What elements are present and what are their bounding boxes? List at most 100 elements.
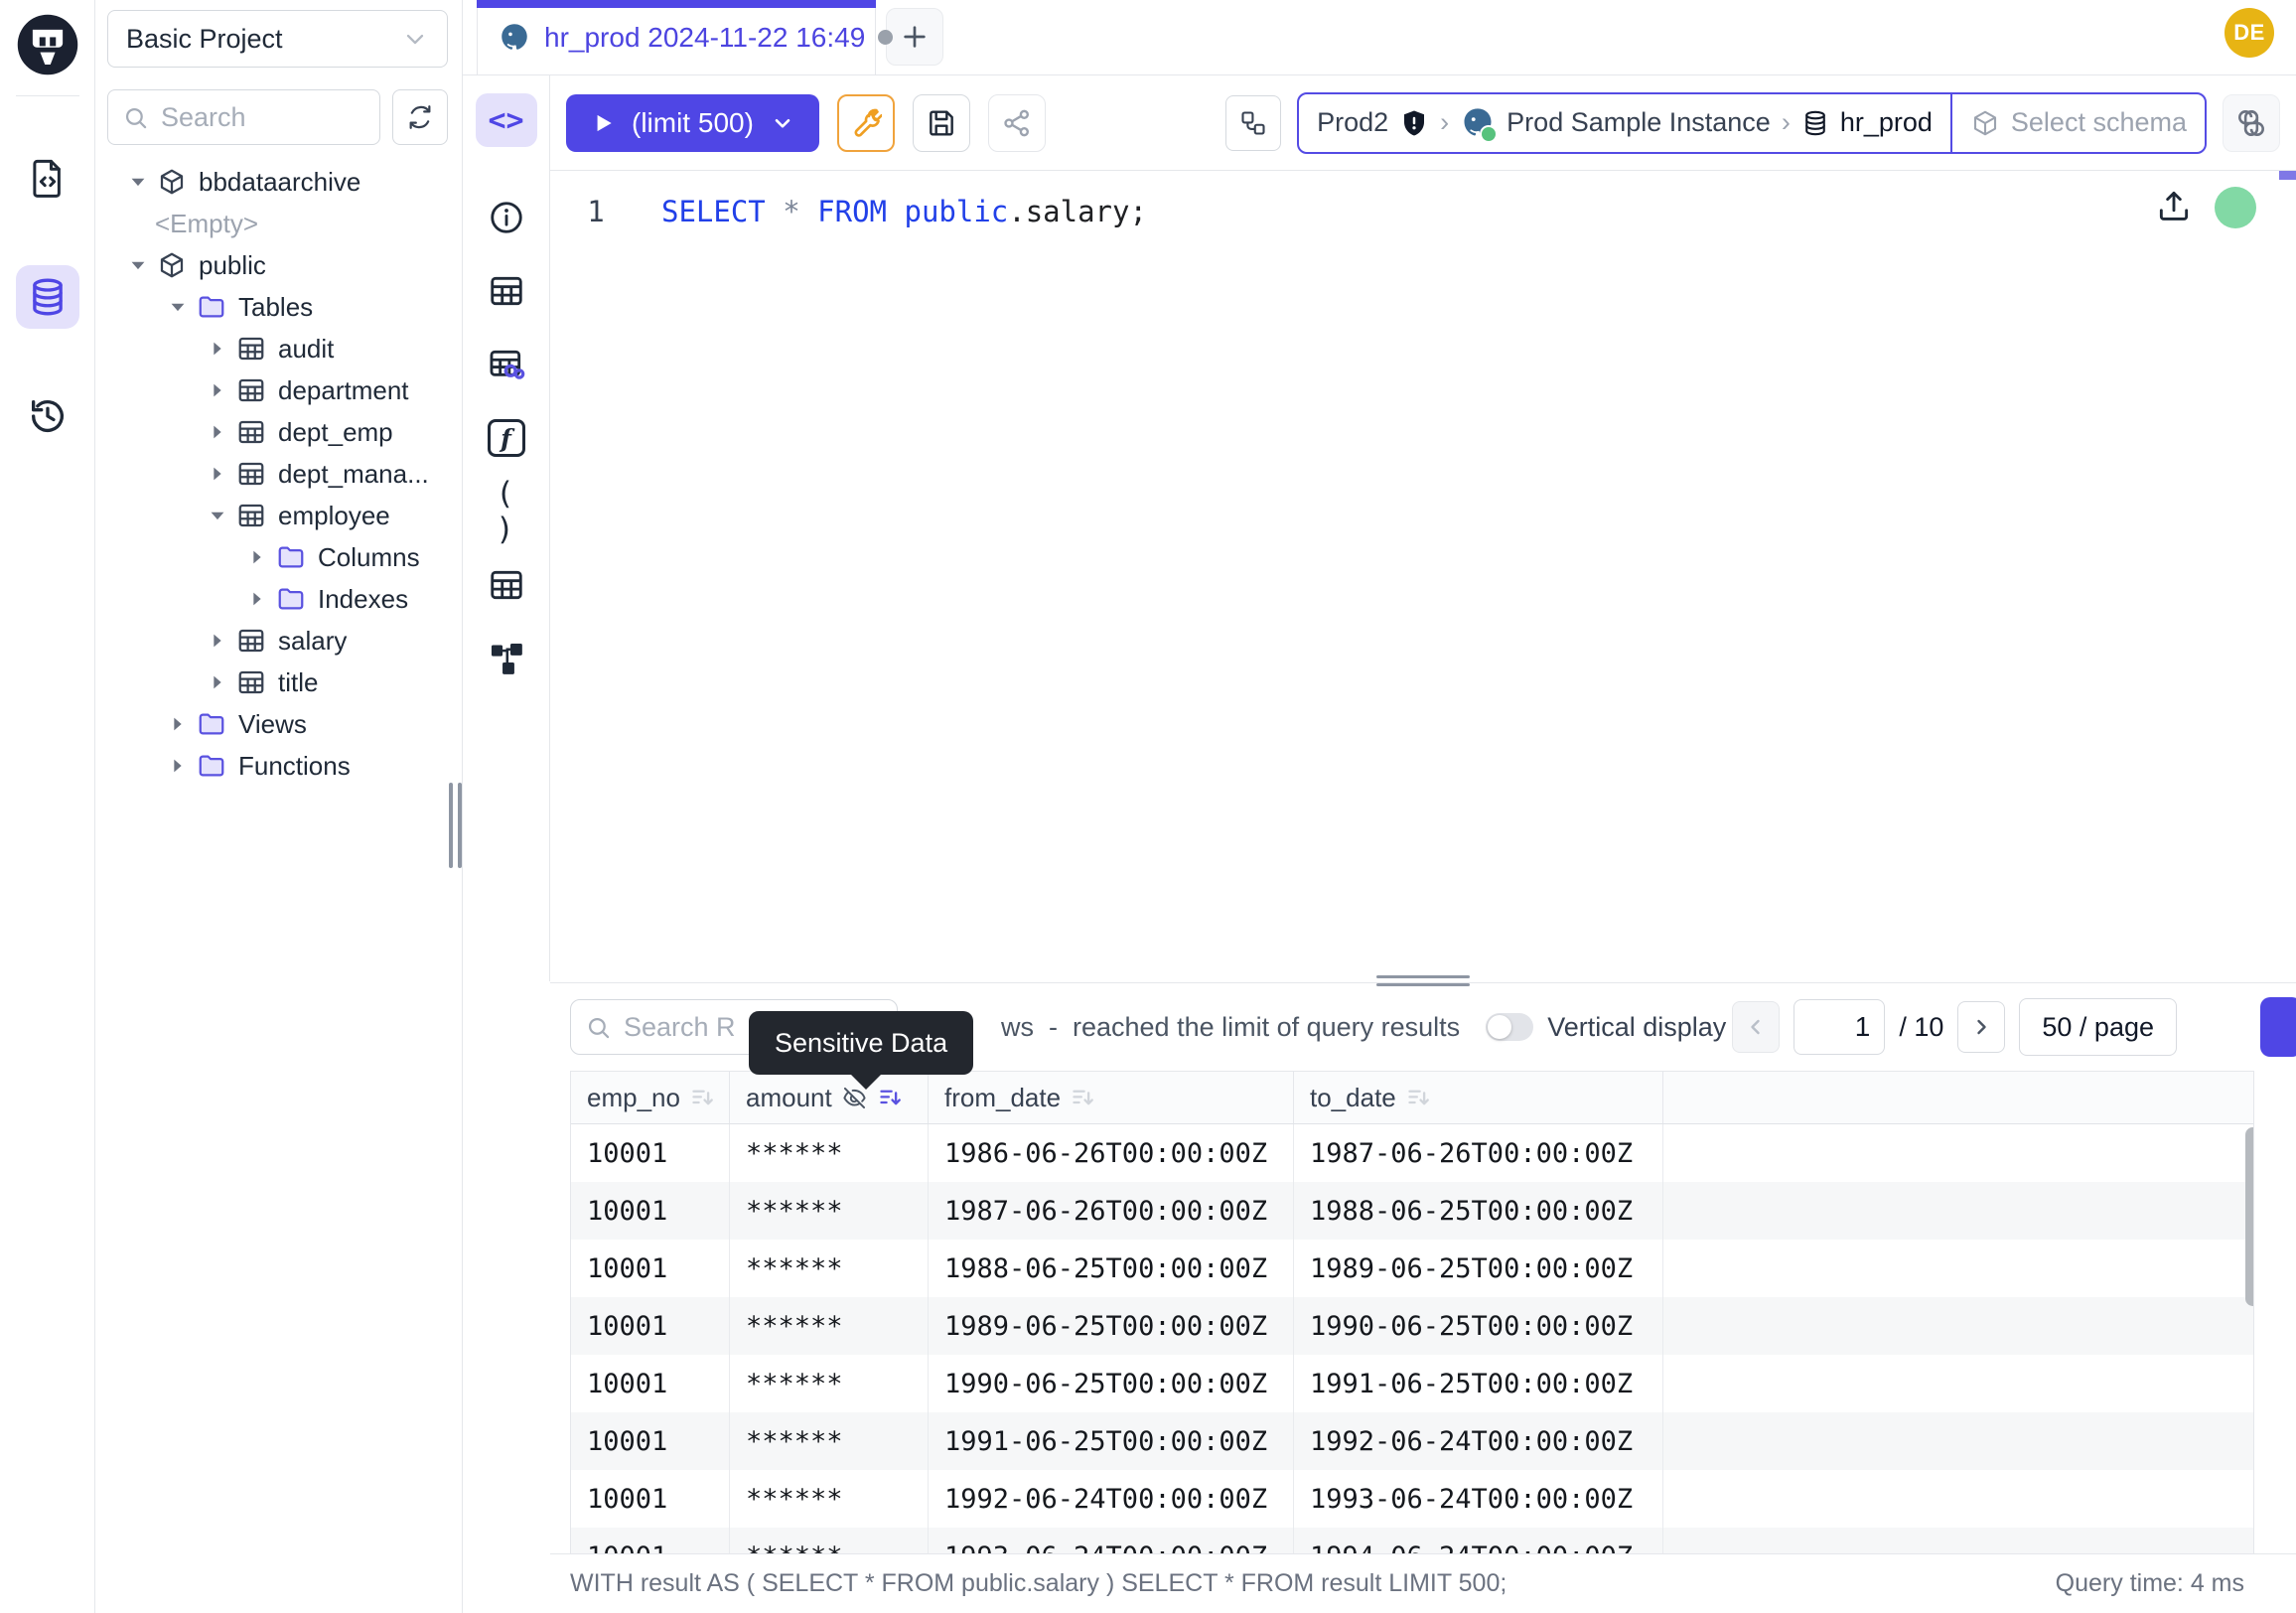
expander-right-icon[interactable] (161, 749, 195, 783)
table-cell[interactable]: 10001 (571, 1528, 730, 1554)
sidebar-search-box[interactable] (107, 89, 380, 145)
database-nav-button[interactable] (16, 265, 79, 329)
table-row[interactable]: 10001******1989-06-25T00:00:00Z1990-06-2… (571, 1297, 2253, 1355)
panel-resize-handle[interactable] (1376, 975, 1470, 986)
expander-right-icon[interactable] (201, 457, 234, 491)
table-cell[interactable]: 1987-06-26T00:00:00Z (1294, 1124, 1663, 1182)
user-avatar[interactable]: DE (2224, 8, 2274, 58)
expander-right-icon[interactable] (161, 707, 195, 741)
table-row[interactable]: 10001******1988-06-25T00:00:00Z1989-06-2… (571, 1240, 2253, 1297)
table-scrollbar-thumb[interactable] (2245, 1127, 2254, 1306)
table-cell[interactable]: 10001 (571, 1470, 730, 1528)
tree-item-empty[interactable]: <Empty> (107, 203, 448, 244)
procedures-panel-button[interactable]: ( ) (480, 485, 533, 538)
table-cell[interactable]: 1993-06-24T00:00:00Z (929, 1528, 1294, 1554)
expander-right-icon[interactable] (201, 332, 234, 366)
tab-hr-prod[interactable]: hr_prod 2024-11-22 16:49 (477, 0, 876, 74)
table-cell[interactable]: 10001 (571, 1412, 730, 1470)
table-cell[interactable]: 1988-06-25T00:00:00Z (1294, 1182, 1663, 1240)
table-cell[interactable]: 1992-06-24T00:00:00Z (929, 1470, 1294, 1528)
column-header-amount[interactable]: amount (730, 1072, 929, 1123)
table-cell[interactable]: 10001 (571, 1182, 730, 1240)
admin-mode-button[interactable] (837, 94, 895, 152)
tree-item-public[interactable]: public (107, 244, 448, 286)
tables-panel-button[interactable] (480, 264, 533, 318)
expander-right-icon[interactable] (240, 540, 274, 574)
new-tab-button[interactable] (886, 8, 943, 66)
next-page-button[interactable] (1957, 1001, 2005, 1053)
run-query-button[interactable]: (limit 500) (566, 94, 819, 152)
connection-button[interactable] (1225, 95, 1281, 151)
tree-item-employee[interactable]: employee (107, 495, 448, 536)
tree-item-title[interactable]: title (107, 661, 448, 703)
sort-icon[interactable] (1070, 1085, 1096, 1111)
table-cell[interactable]: ****** (730, 1182, 929, 1240)
tree-item-salary[interactable]: salary (107, 620, 448, 661)
breadcrumb-context[interactable]: Prod2 › Prod Sample Instance › (1299, 94, 1950, 152)
column-header-emp_no[interactable]: emp_no (571, 1072, 730, 1123)
worksheet-nav-button[interactable] (16, 146, 79, 210)
views-panel-button[interactable] (480, 558, 533, 612)
table-row[interactable]: 10001******1987-06-26T00:00:00Z1988-06-2… (571, 1182, 2253, 1240)
sort-icon[interactable] (689, 1085, 716, 1111)
sql-editor[interactable]: 1 SELECT * FROM public.salary; (550, 171, 2296, 982)
ai-assistant-button[interactable] (2223, 94, 2280, 152)
expander-right-icon[interactable] (201, 665, 234, 699)
run-options-chevron-icon[interactable] (770, 110, 795, 136)
sidebar-search-input[interactable] (159, 101, 365, 134)
page-size-select[interactable]: 50 / page (2019, 998, 2177, 1056)
table-cell[interactable]: 1991-06-25T00:00:00Z (929, 1412, 1294, 1470)
table-row[interactable]: 10001******1991-06-25T00:00:00Z1992-06-2… (571, 1412, 2253, 1470)
table-cell[interactable]: ****** (730, 1297, 929, 1355)
expander-down-icon[interactable] (121, 248, 155, 282)
share-button[interactable] (988, 94, 1046, 152)
column-header-to_date[interactable]: to_date (1294, 1072, 1663, 1123)
table-cell[interactable]: 1986-06-26T00:00:00Z (929, 1124, 1294, 1182)
external-tables-panel-button[interactable] (480, 338, 533, 391)
table-cell[interactable]: 1990-06-25T00:00:00Z (1294, 1297, 1663, 1355)
tree-item-functions[interactable]: Functions (107, 745, 448, 787)
table-cell[interactable]: ****** (730, 1528, 929, 1554)
tree-item-dept-mana[interactable]: dept_mana... (107, 453, 448, 495)
expander-right-icon[interactable] (201, 415, 234, 449)
table-cell[interactable]: 1988-06-25T00:00:00Z (929, 1240, 1294, 1297)
tree-item-bbdataarchive[interactable]: bbdataarchive (107, 161, 448, 203)
table-cell[interactable]: 10001 (571, 1355, 730, 1412)
table-row[interactable]: 10001******1986-06-26T00:00:00Z1987-06-2… (571, 1124, 2253, 1182)
table-cell[interactable]: ****** (730, 1124, 929, 1182)
info-panel-button[interactable] (480, 191, 533, 244)
tree-item-dept-emp[interactable]: dept_emp (107, 411, 448, 453)
table-cell[interactable]: 10001 (571, 1297, 730, 1355)
table-cell[interactable]: 1994-06-24T00:00:00Z (1294, 1528, 1663, 1554)
project-selector[interactable]: Basic Project (107, 10, 448, 68)
expander-down-icon[interactable] (161, 290, 195, 324)
schema-selector[interactable]: Select schema (1952, 94, 2205, 152)
table-cell[interactable]: ****** (730, 1355, 929, 1412)
refresh-button[interactable] (392, 89, 448, 145)
table-cell[interactable]: 1993-06-24T00:00:00Z (1294, 1470, 1663, 1528)
sidebar-resize-handle[interactable] (448, 783, 462, 868)
table-cell[interactable]: ****** (730, 1470, 929, 1528)
table-cell[interactable]: 1990-06-25T00:00:00Z (929, 1355, 1294, 1412)
tree-item-department[interactable]: department (107, 369, 448, 411)
table-row[interactable]: 10001******1992-06-24T00:00:00Z1993-06-2… (571, 1470, 2253, 1528)
sort-icon[interactable] (1405, 1085, 1432, 1111)
table-cell[interactable]: ****** (730, 1412, 929, 1470)
tree-item-columns[interactable]: Columns (107, 536, 448, 578)
table-cell[interactable]: 10001 (571, 1124, 730, 1182)
table-cell[interactable]: 1989-06-25T00:00:00Z (929, 1297, 1294, 1355)
history-nav-button[interactable] (16, 384, 79, 448)
table-row[interactable]: 10001******1993-06-24T00:00:00Z1994-06-2… (571, 1528, 2253, 1554)
vertical-display-toggle[interactable] (1486, 1013, 1533, 1041)
expander-down-icon[interactable] (121, 165, 155, 199)
expander-right-icon[interactable] (201, 373, 234, 407)
table-cell[interactable]: 1987-06-26T00:00:00Z (929, 1182, 1294, 1240)
table-cell[interactable]: 10001 (571, 1240, 730, 1297)
code-panel-button[interactable]: <> (476, 93, 537, 147)
page-number-input[interactable] (1794, 999, 1885, 1055)
expander-down-icon[interactable] (201, 499, 234, 532)
upload-sheet-button[interactable] (2155, 187, 2193, 224)
table-cell[interactable]: 1991-06-25T00:00:00Z (1294, 1355, 1663, 1412)
app-logo-icon[interactable] (15, 12, 80, 77)
column-header-from_date[interactable]: from_date (929, 1072, 1294, 1123)
